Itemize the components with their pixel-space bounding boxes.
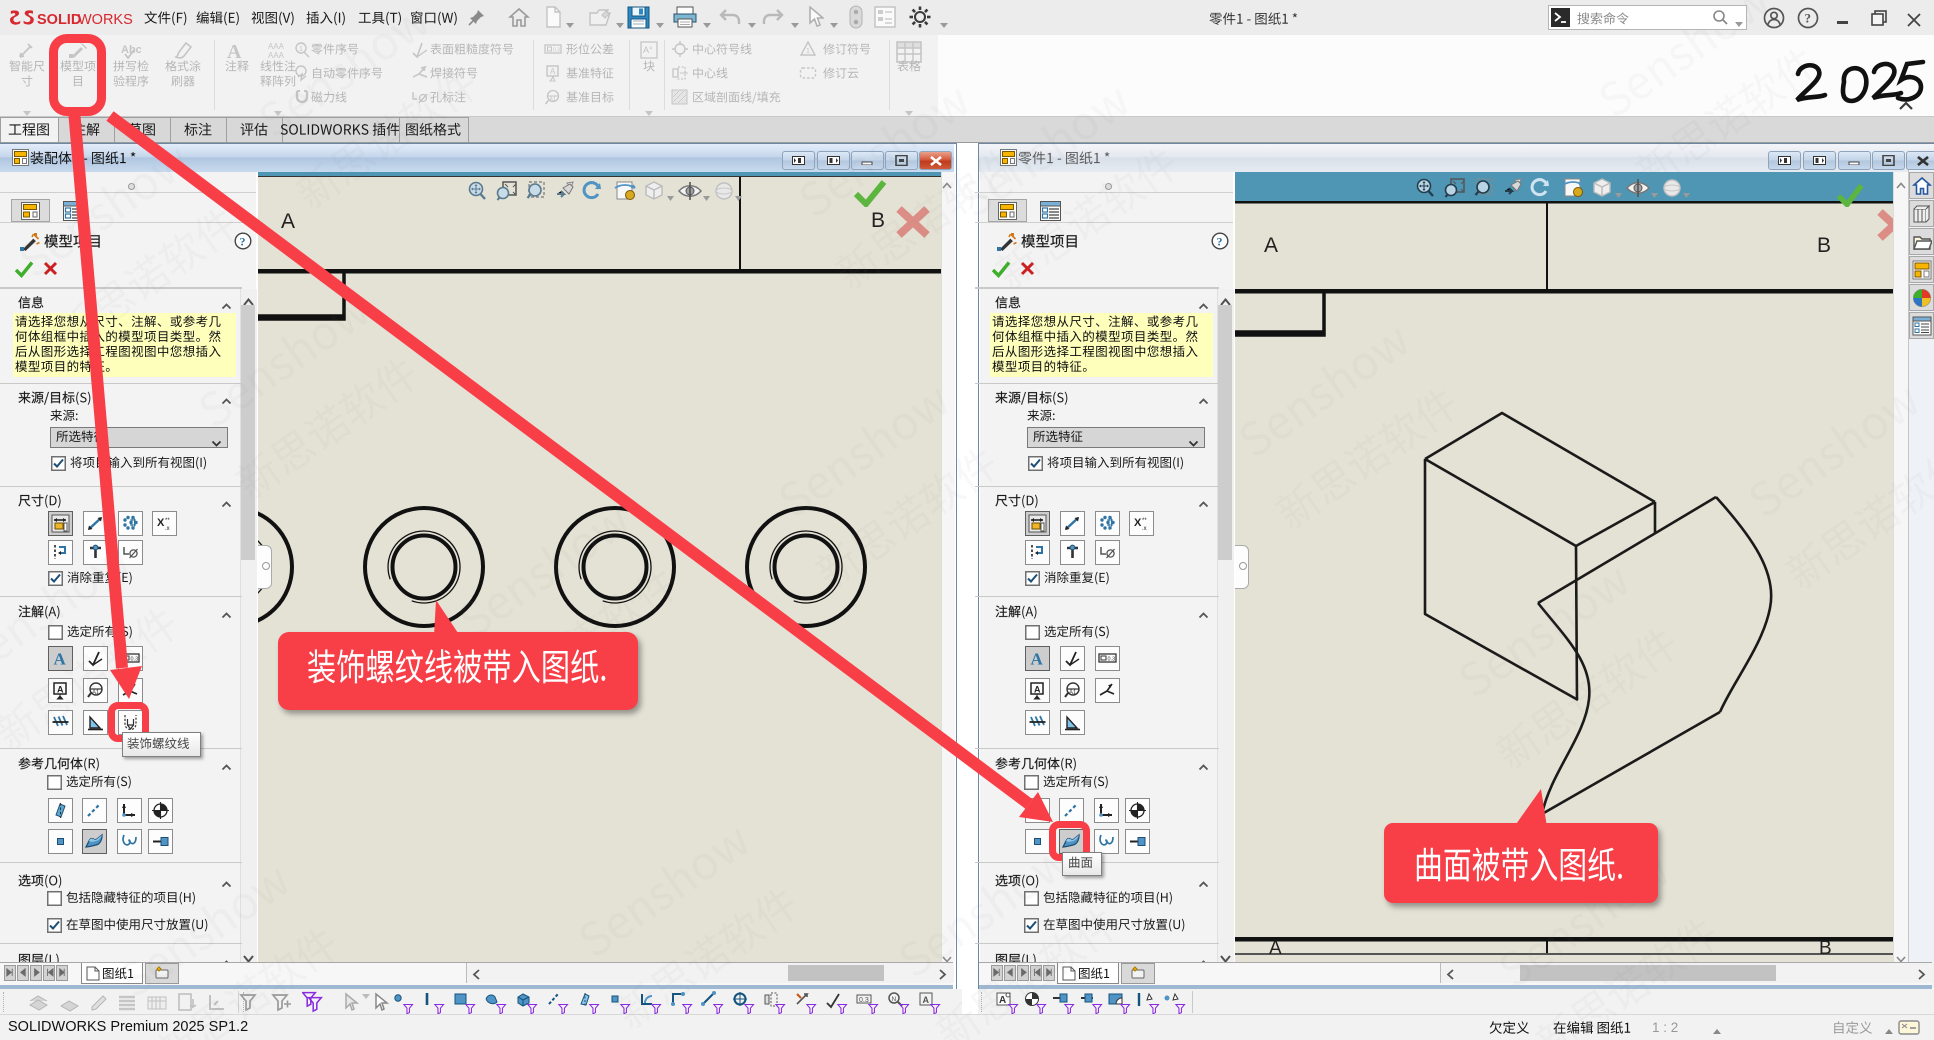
- svg-text:?: ?: [1805, 11, 1812, 26]
